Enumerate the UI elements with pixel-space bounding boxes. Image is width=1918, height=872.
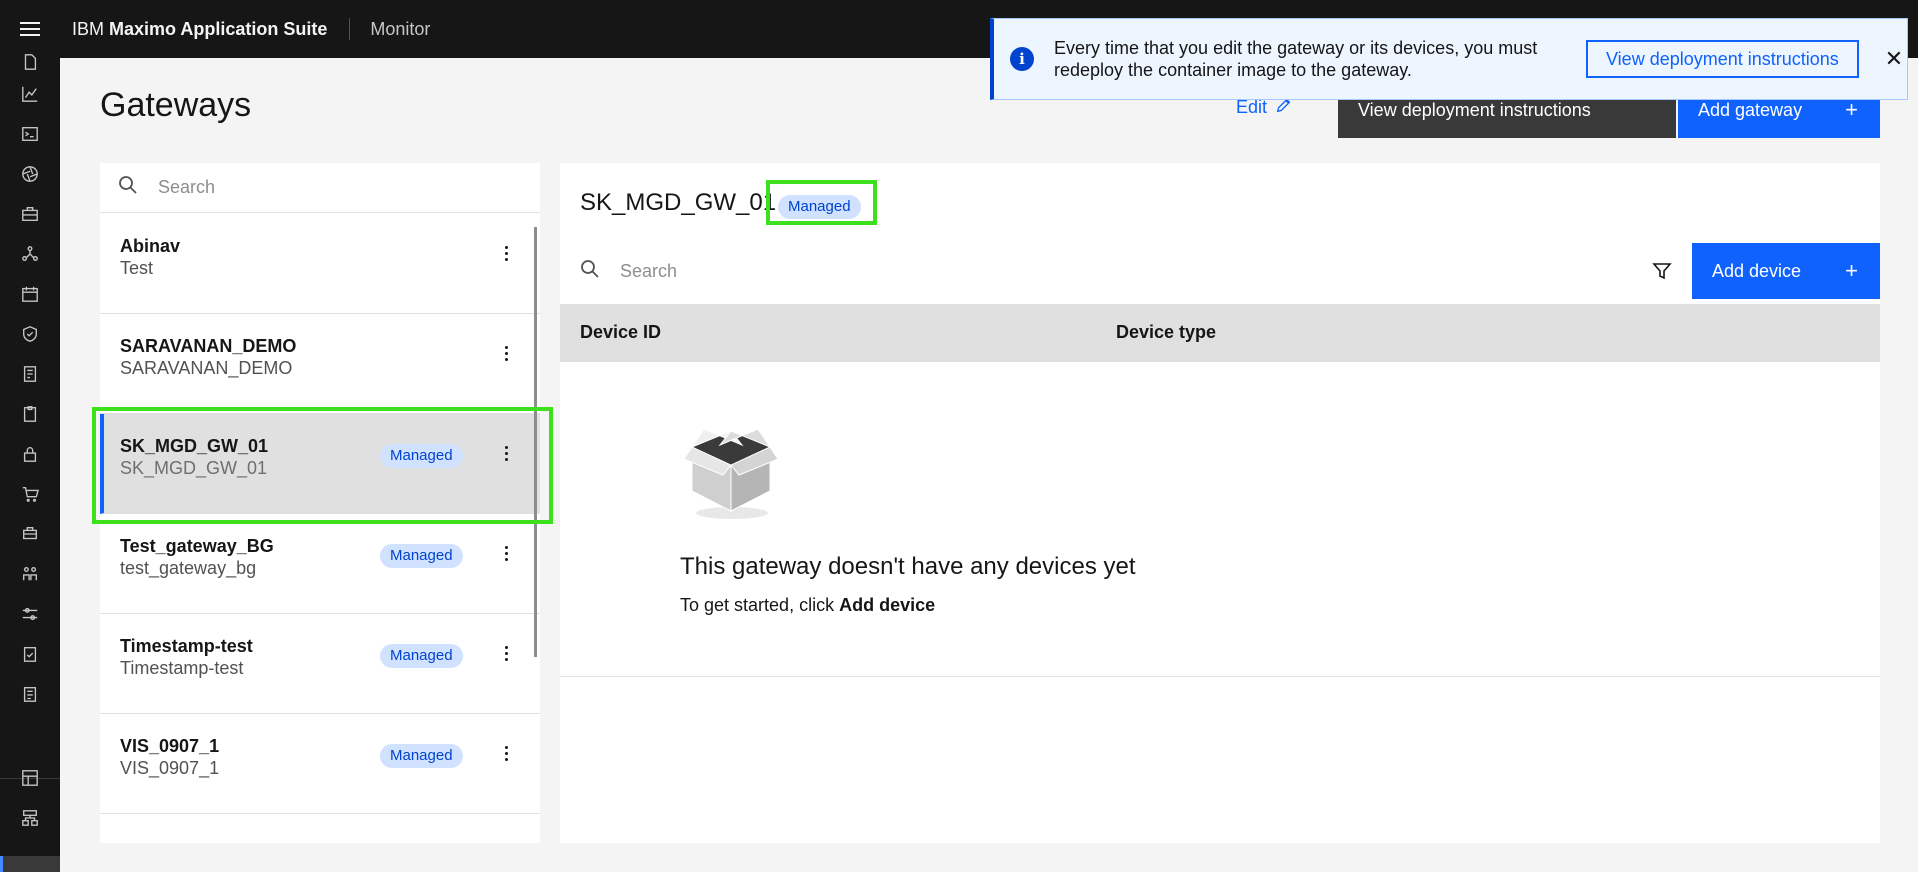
gateway-list-item[interactable]: Timestamp-test Timestamp-test Managed — [100, 614, 540, 714]
gateway-name: Timestamp-test — [120, 636, 253, 656]
overflow-menu-icon[interactable] — [498, 440, 514, 466]
brand-name: Maximo Application Suite — [109, 19, 328, 39]
gateway-description: Timestamp-test — [120, 658, 244, 678]
lock-icon[interactable] — [20, 444, 40, 464]
task-complete-icon[interactable] — [20, 644, 40, 664]
column-device-id[interactable]: Device ID — [580, 322, 661, 343]
document-icon[interactable] — [20, 52, 40, 72]
dashboard-icon[interactable] — [20, 768, 40, 788]
gateway-description: VIS_0907_1 — [120, 758, 220, 778]
network-icon[interactable] — [20, 244, 40, 264]
cart-icon[interactable] — [20, 484, 40, 504]
info-icon: i — [1010, 47, 1034, 71]
notification-deploy-button[interactable]: View deployment instructions — [1586, 40, 1859, 78]
gateway-description: Test — [120, 258, 154, 278]
brand-prefix: IBM — [72, 19, 110, 39]
gateway-description: test_gateway_bg — [120, 558, 257, 578]
gateway-list-item[interactable]: SARAVANAN_DEMO SARAVANAN_DEMO — [100, 314, 540, 414]
page-title: Gateways — [100, 86, 252, 124]
overflow-menu-icon[interactable] — [498, 240, 514, 266]
gateway-description: SK_MGD_GW_01 — [120, 458, 268, 478]
empty-state-subtitle: To get started, click Add device — [680, 595, 935, 616]
search-input[interactable]: Search — [158, 177, 215, 198]
gateway-list: Search Abinav Test SARAVANAN_DEMO SARAVA… — [100, 163, 540, 843]
delivery-icon[interactable] — [20, 524, 40, 544]
receipt-icon[interactable] — [20, 364, 40, 384]
filter-icon[interactable] — [1652, 261, 1672, 286]
device-search-input[interactable]: Search — [620, 261, 677, 282]
gateway-icon[interactable] — [20, 808, 40, 828]
divider — [560, 676, 1880, 677]
info-notification: i Every time that you edit the gateway o… — [990, 18, 1908, 100]
column-device-type[interactable]: Device type — [1116, 322, 1216, 343]
gateway-list-item[interactable]: Test_gateway_BG test_gateway_bg Managed — [100, 514, 540, 614]
gateway-name: VIS_0907_1 — [120, 736, 220, 756]
clipboard-icon[interactable] — [20, 684, 40, 704]
overflow-menu-icon[interactable] — [498, 640, 514, 666]
gateway-description: SARAVANAN_DEMO — [120, 358, 293, 378]
add-icon: + — [1845, 258, 1858, 283]
add-device-label: Add device — [1712, 260, 1802, 281]
gateway-name: Abinav — [120, 236, 181, 256]
shield-check-icon[interactable] — [20, 324, 40, 344]
left-rail — [0, 54, 60, 872]
toolbox-icon[interactable] — [20, 204, 40, 224]
search-icon — [118, 175, 138, 200]
detail-managed-tag: Managed — [778, 195, 861, 219]
managed-tag: Managed — [380, 644, 463, 668]
users-icon[interactable] — [20, 564, 40, 584]
detail-title: SK_MGD_GW_01 — [580, 189, 777, 216]
brand[interactable]: IBM Maximo Application Suite — [60, 18, 351, 40]
calendar-icon[interactable] — [20, 284, 40, 304]
gateway-list-item[interactable]: VIS_0907_1 VIS_0907_1 Managed — [100, 714, 540, 814]
edit-label: Edit — [1236, 97, 1268, 117]
aperture-icon[interactable] — [20, 164, 40, 184]
overflow-menu-icon[interactable] — [498, 540, 514, 566]
managed-tag: Managed — [380, 444, 463, 468]
device-table-header: Device ID Device type — [560, 304, 1880, 362]
settings-adjust-icon[interactable] — [20, 604, 40, 624]
close-icon[interactable]: ✕ — [1885, 46, 1903, 72]
gateway-search[interactable]: Search — [100, 163, 540, 213]
gateway-name: SARAVANAN_DEMO — [120, 336, 297, 356]
empty-state-title: This gateway doesn't have any devices ye… — [680, 553, 1136, 580]
search-icon — [580, 259, 600, 284]
app-name: Monitor — [370, 18, 431, 39]
empty-box-icon — [680, 425, 782, 526]
rail-active-item[interactable] — [0, 856, 60, 872]
gateway-name: SK_MGD_GW_01 — [120, 436, 269, 456]
add-gateway-label: Add gateway — [1698, 99, 1803, 120]
device-search[interactable]: Search — [560, 243, 1692, 299]
overflow-menu-icon[interactable] — [498, 340, 514, 366]
overflow-menu-icon[interactable] — [498, 740, 514, 766]
gateway-detail-panel: SK_MGD_GW_01 Managed Search Add device +… — [560, 163, 1880, 843]
clipboard-lock-icon[interactable] — [20, 404, 40, 424]
managed-tag: Managed — [380, 544, 463, 568]
empty-sub-action: Add device — [839, 595, 936, 615]
menu-icon[interactable] — [0, 0, 60, 58]
empty-sub-prefix: To get started, click — [680, 595, 840, 615]
gateway-name: Test_gateway_BG — [120, 536, 274, 556]
managed-tag: Managed — [380, 744, 463, 768]
add-device-button[interactable]: Add device + — [1692, 243, 1880, 299]
list-scrollbar[interactable] — [534, 227, 537, 657]
add-icon: + — [1845, 97, 1858, 122]
notification-text: Every time that you edit the gateway or … — [1054, 38, 1538, 80]
gateway-list-item-selected[interactable]: SK_MGD_GW_01 SK_MGD_GW_01 Managed — [100, 414, 540, 514]
terminal-icon[interactable] — [20, 124, 40, 144]
gateway-list-item[interactable]: Abinav Test — [100, 214, 540, 314]
chart-line-icon[interactable] — [20, 84, 40, 104]
